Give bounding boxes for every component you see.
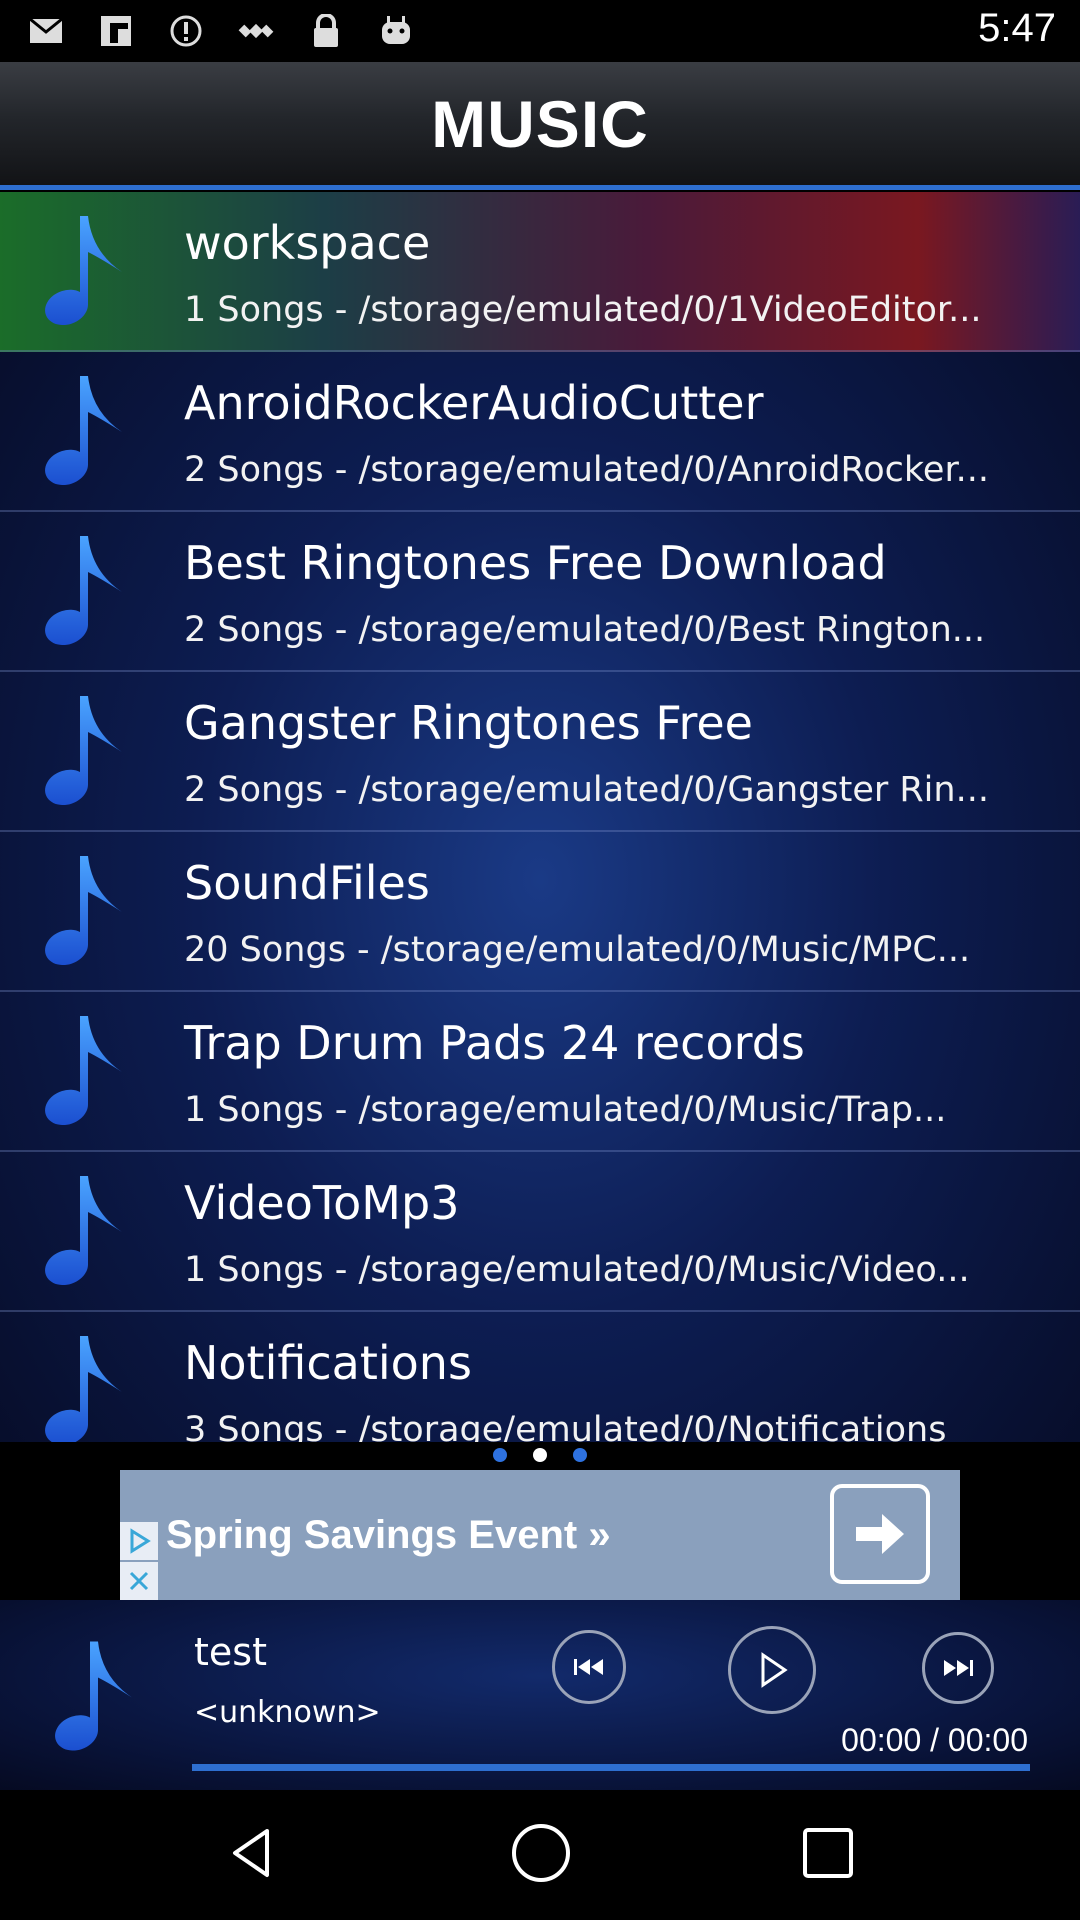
folder-title: AnroidRockerAudioCutter — [184, 376, 764, 430]
home-icon[interactable] — [509, 1821, 573, 1889]
recents-icon[interactable] — [799, 1824, 857, 1886]
android-icon — [376, 11, 416, 51]
status-bar: 5:47 — [0, 0, 1080, 62]
folder-row-notifications[interactable]: Notifications 3 Songs - /storage/emulate… — [0, 1312, 1080, 1442]
play-button[interactable] — [728, 1626, 816, 1714]
close-icon[interactable] — [120, 1562, 158, 1600]
flipboard-icon — [96, 11, 136, 51]
folder-title: Gangster Ringtones Free — [184, 696, 753, 750]
lock-icon — [306, 11, 346, 51]
playback-time: 00:00 / 00:00 — [841, 1722, 1028, 1758]
folder-subtitle: 1 Songs - /storage/emulated/0/1VideoEdit… — [184, 290, 982, 330]
folder-row-gangster-ringtones[interactable]: Gangster Ringtones Free 2 Songs - /stora… — [0, 672, 1080, 832]
music-note-icon — [30, 1332, 130, 1442]
status-icons — [26, 11, 416, 51]
music-note-icon — [30, 372, 130, 492]
mail-icon — [26, 11, 66, 51]
pager-dot — [573, 1448, 587, 1462]
adchoices-icon[interactable] — [120, 1522, 158, 1560]
track-artist: <unknown> — [194, 1695, 381, 1730]
music-note-icon — [30, 1012, 130, 1132]
folder-row-videotomp3[interactable]: VideoToMp3 1 Songs - /storage/emulated/0… — [0, 1152, 1080, 1312]
rewind-icon — [574, 1659, 603, 1675]
folder-row-trap-drum-pads[interactable]: Trap Drum Pads 24 records 1 Songs - /sto… — [0, 992, 1080, 1152]
pager-dots — [0, 1448, 1080, 1462]
folder-row-workspace[interactable]: workspace 1 Songs - /storage/emulated/0/… — [0, 192, 1080, 352]
next-button[interactable] — [922, 1632, 994, 1704]
music-note-icon — [30, 852, 130, 972]
folder-row-soundfiles[interactable]: SoundFiles 20 Songs - /storage/emulated/… — [0, 832, 1080, 992]
folder-title: workspace — [184, 216, 431, 270]
play-icon — [761, 1652, 788, 1688]
fast-forward-icon — [944, 1660, 973, 1676]
pager-dot-active — [533, 1448, 547, 1462]
ad-banner[interactable]: Spring Savings Event » — [120, 1470, 960, 1600]
music-note-icon — [30, 212, 130, 332]
folder-title: Best Ringtones Free Download — [184, 536, 887, 590]
alert-icon — [166, 11, 206, 51]
folder-subtitle: 2 Songs - /storage/emulated/0/Best Ringt… — [184, 610, 986, 650]
folder-subtitle: 2 Songs - /storage/emulated/0/Gangster R… — [184, 770, 989, 810]
status-time: 5:47 — [978, 6, 1056, 50]
track-title: test — [194, 1630, 267, 1674]
page-title: MUSIC — [431, 86, 649, 161]
music-note-icon — [30, 532, 130, 652]
system-nav-bar — [0, 1790, 1080, 1920]
folder-list[interactable]: workspace 1 Songs - /storage/emulated/0/… — [0, 192, 1080, 1442]
folder-title: Notifications — [184, 1336, 472, 1390]
folder-subtitle: 1 Songs - /storage/emulated/0/Music/Vide… — [184, 1250, 970, 1290]
folder-subtitle: 2 Songs - /storage/emulated/0/AnroidRock… — [184, 450, 989, 490]
music-note-icon — [30, 692, 130, 812]
folder-subtitle: 20 Songs - /storage/emulated/0/Music/MPC… — [184, 930, 971, 970]
arrow-right-icon[interactable] — [830, 1484, 930, 1584]
pager-dot — [493, 1448, 507, 1462]
now-playing-bar[interactable]: test <unknown> 00:00 / 00:00 — [0, 1600, 1080, 1790]
progress-bar[interactable] — [192, 1764, 1030, 1771]
folder-subtitle: 3 Songs - /storage/emulated/0/Notificati… — [184, 1410, 947, 1442]
folder-row-best-ringtones[interactable]: Best Ringtones Free Download 2 Songs - /… — [0, 512, 1080, 672]
app-header: MUSIC — [0, 62, 1080, 190]
back-icon[interactable] — [223, 1823, 283, 1887]
music-note-icon — [40, 1630, 140, 1765]
previous-button[interactable] — [552, 1630, 626, 1704]
ad-text: Spring Savings Event » — [166, 1512, 611, 1557]
folder-title: VideoToMp3 — [184, 1176, 460, 1230]
music-note-icon — [30, 1172, 130, 1292]
folder-title: SoundFiles — [184, 856, 430, 910]
folder-title: Trap Drum Pads 24 records — [184, 1016, 805, 1070]
folder-row-anroidrockeraudiocutter[interactable]: AnroidRockerAudioCutter 2 Songs - /stora… — [0, 352, 1080, 512]
folder-subtitle: 1 Songs - /storage/emulated/0/Music/Trap… — [184, 1090, 947, 1130]
satellite-icon — [236, 11, 276, 51]
